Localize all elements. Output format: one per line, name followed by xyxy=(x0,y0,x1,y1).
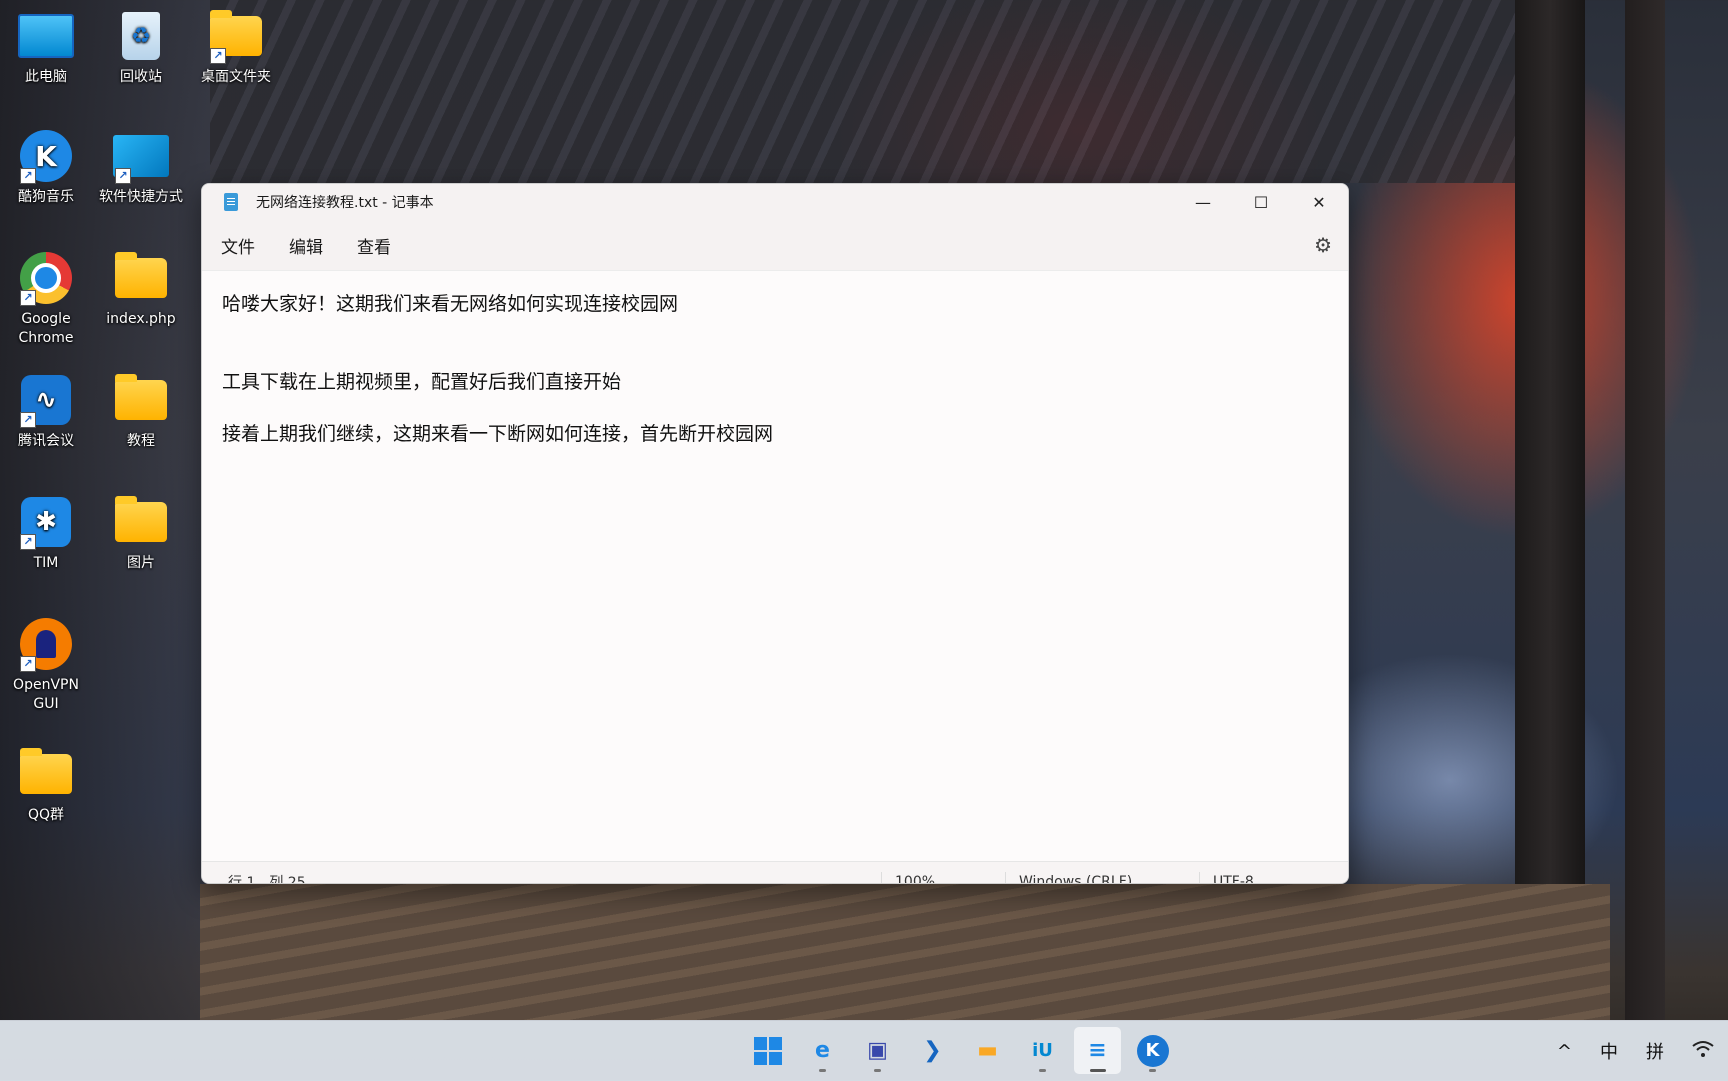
shortcut-arrow-icon: ↗ xyxy=(20,656,36,672)
shortcut-arrow-icon: ↗ xyxy=(20,534,36,550)
desktop-icon-label: QQ群 xyxy=(27,807,65,823)
desktop-icon-label: index.php xyxy=(106,311,176,327)
desktop-icon-recycle-bin[interactable]: ♻ 回收站 xyxy=(95,8,187,87)
desktop-icon-pictures[interactable]: 图片 xyxy=(95,494,187,573)
taskbar-powershell[interactable]: ❯ xyxy=(909,1027,956,1074)
zoom-level[interactable]: 100% xyxy=(882,874,1005,883)
taskbar-apps: e ▣ ❯ ▬ iU ≡ K xyxy=(744,1027,1176,1074)
shortcut-folder-icon: ↗ xyxy=(113,128,169,184)
kugou-music-icon: K xyxy=(1136,1034,1169,1067)
wallpaper-roof xyxy=(210,0,1520,183)
kugou-music-icon: K ↗ xyxy=(18,128,74,184)
desktop-icon-label: 教程 xyxy=(127,433,155,449)
desktop-icon-this-pc[interactable]: 此电脑 xyxy=(0,8,92,87)
menu-view[interactable]: 查看 xyxy=(341,233,407,258)
desktop-icon-label: 酷狗音乐 xyxy=(18,189,74,205)
desktop-icon-label: OpenVPN GUI xyxy=(13,677,79,712)
close-button[interactable]: ✕ xyxy=(1290,184,1348,220)
desktop-icon-qq-group[interactable]: QQ群 xyxy=(0,746,92,825)
status-bar: 行 1，列 25 100% Windows (CRLF) UTF-8 xyxy=(202,861,1348,884)
desktop-icon-label: 图片 xyxy=(127,555,155,571)
wallpaper-pillar-2 xyxy=(1625,0,1665,1020)
desktop-icon-label: 回收站 xyxy=(120,69,162,85)
desktop-icon-label: 桌面文件夹 xyxy=(201,69,271,85)
edge-icon: e xyxy=(815,1038,830,1063)
menu-file[interactable]: 文件 xyxy=(205,233,271,258)
ime-mode-indicator[interactable]: 拼 xyxy=(1632,1038,1678,1064)
shortcut-arrow-icon: ↗ xyxy=(20,412,36,428)
shortcut-arrow-icon: ↗ xyxy=(210,48,226,64)
tray-chevron-icon[interactable]: ^ xyxy=(1543,1041,1586,1062)
desktop-icon-label: 此电脑 xyxy=(25,69,67,85)
text-editor[interactable]: 哈喽大家好！这期我们来看无网络如何实现连接校园网 工具下载在上期视频里，配置好后… xyxy=(202,271,1348,861)
taskbar-remote-desktop[interactable]: ▣ xyxy=(854,1027,901,1074)
desktop-icon-label: TIM xyxy=(33,555,59,571)
ime-language-indicator[interactable]: 中 xyxy=(1586,1038,1632,1064)
notepad-icon xyxy=(224,193,238,211)
line-ending[interactable]: Windows (CRLF) xyxy=(1006,874,1199,883)
desktop-icon-openvpn[interactable]: ↗ OpenVPN GUI xyxy=(0,616,92,714)
menu-edit[interactable]: 编辑 xyxy=(273,233,339,258)
file-explorer-icon: ▬ xyxy=(977,1038,998,1063)
desktop-icon-label: 腾讯会议 xyxy=(18,433,74,449)
folder-icon xyxy=(113,494,169,550)
desktop-icon-kugou[interactable]: K ↗ 酷狗音乐 xyxy=(0,128,92,207)
encoding[interactable]: UTF-8 xyxy=(1200,874,1254,883)
taskbar-kugou[interactable]: K xyxy=(1129,1027,1176,1074)
shortcut-arrow-icon: ↗ xyxy=(115,168,131,184)
windows-start-icon xyxy=(753,1036,782,1065)
menu-bar: 文件 编辑 查看 ⚙ xyxy=(202,220,1348,271)
title-bar[interactable]: 无网络连接教程.txt - 记事本 — ☐ ✕ xyxy=(202,184,1348,220)
tim-icon: ✱ ↗ xyxy=(18,494,74,550)
folder-icon: ↗ xyxy=(208,8,264,64)
desktop-icon-tencent-meeting[interactable]: ∿ ↗ 腾讯会议 xyxy=(0,372,92,451)
taskbar-iu-app[interactable]: iU xyxy=(1019,1027,1066,1074)
desktop-icon-tim[interactable]: ✱ ↗ TIM xyxy=(0,494,92,573)
iu-app-icon: iU xyxy=(1032,1040,1053,1061)
wallpaper-floor xyxy=(200,884,1610,1020)
desktop-icon-tutorial[interactable]: 教程 xyxy=(95,372,187,451)
notepad-window[interactable]: 无网络连接教程.txt - 记事本 — ☐ ✕ 文件 编辑 查看 ⚙ 哈喽大家好… xyxy=(201,183,1349,884)
desktop-icon-label: 软件快捷方式 xyxy=(99,189,183,205)
wallpaper-pillar xyxy=(1515,0,1585,1020)
wifi-icon[interactable] xyxy=(1678,1040,1728,1063)
remote-desktop-icon: ▣ xyxy=(867,1038,888,1063)
minimize-button[interactable]: — xyxy=(1174,184,1232,220)
desktop-icon-software-shortcuts[interactable]: ↗ 软件快捷方式 xyxy=(95,128,187,207)
tencent-meeting-icon: ∿ ↗ xyxy=(18,372,74,428)
taskbar: e ▣ ❯ ▬ iU ≡ K ^ 中 拼 xyxy=(0,1020,1728,1081)
recycle-bin-icon: ♻ xyxy=(113,8,169,64)
taskbar-file-explorer[interactable]: ▬ xyxy=(964,1027,1011,1074)
text-line: 接着上期我们继续，这期来看一下断网如何连接，首先断开校园网 xyxy=(222,423,774,445)
settings-gear-icon[interactable]: ⚙ xyxy=(1314,233,1332,257)
desktop-icon-index-php[interactable]: index.php xyxy=(95,250,187,329)
system-tray: ^ 中 拼 xyxy=(1543,1021,1728,1081)
computer-icon xyxy=(18,8,74,64)
notepad-icon: ≡ xyxy=(1088,1038,1107,1063)
text-line: 工具下载在上期视频里，配置好后我们直接开始 xyxy=(222,371,622,393)
desktop-icon-chrome[interactable]: ↗ Google Chrome xyxy=(0,250,92,348)
shortcut-arrow-icon: ↗ xyxy=(20,290,36,306)
desktop-icon-label: Google Chrome xyxy=(18,311,74,346)
folder-icon xyxy=(113,250,169,306)
shortcut-arrow-icon: ↗ xyxy=(20,168,36,184)
window-title: 无网络连接教程.txt - 记事本 xyxy=(256,195,434,211)
desktop-icon-desktop-folder[interactable]: ↗ 桌面文件夹 xyxy=(190,8,282,87)
chrome-icon: ↗ xyxy=(18,250,74,306)
taskbar-edge[interactable]: e xyxy=(799,1027,846,1074)
cursor-position: 行 1，列 25 xyxy=(228,875,306,884)
openvpn-icon: ↗ xyxy=(18,616,74,672)
text-line: 哈喽大家好！这期我们来看无网络如何实现连接校园网 xyxy=(222,293,679,315)
taskbar-notepad[interactable]: ≡ xyxy=(1074,1027,1121,1074)
folder-icon xyxy=(113,372,169,428)
powershell-icon: ❯ xyxy=(923,1038,942,1063)
folder-icon xyxy=(18,746,74,802)
start-button[interactable] xyxy=(744,1027,791,1074)
maximize-button[interactable]: ☐ xyxy=(1232,184,1290,220)
